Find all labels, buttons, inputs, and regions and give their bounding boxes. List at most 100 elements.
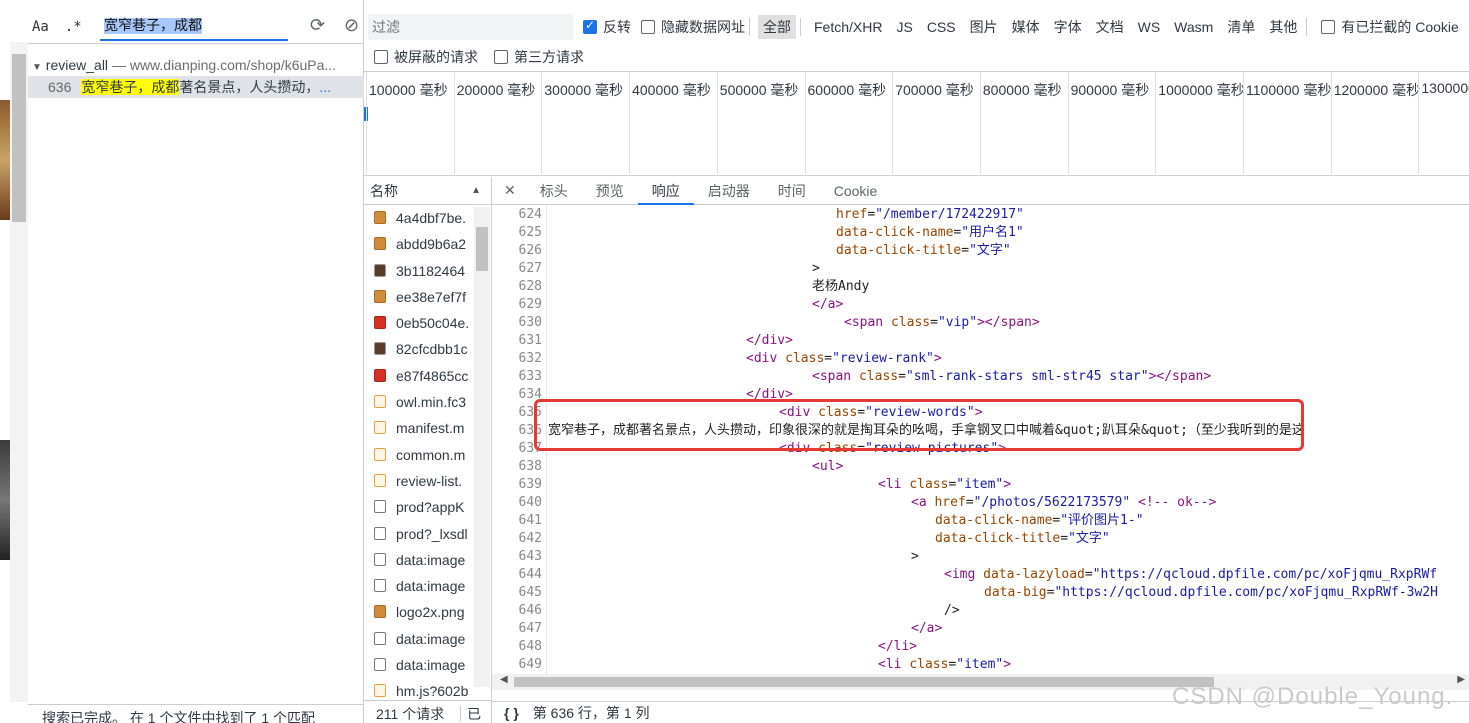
request-list-scrollbar-thumb[interactable]	[476, 227, 488, 271]
code-token: <img	[944, 567, 984, 582]
pretty-print-icon[interactable]: { }	[504, 705, 519, 721]
request-row[interactable]: review-list.	[364, 468, 474, 494]
request-name: ee38e7ef7f	[396, 288, 467, 305]
type-filter-button[interactable]: 图片	[965, 15, 1003, 39]
filter-input[interactable]	[368, 14, 573, 40]
code-token: <ul>	[812, 459, 844, 474]
file-type-icon	[374, 395, 386, 409]
blocked-requests-checkbox[interactable]	[374, 49, 388, 64]
type-filter-button[interactable]: 清单	[1222, 15, 1260, 39]
close-icon[interactable]: ✕	[492, 182, 526, 199]
hide-data-urls-label: 隐藏数据网址	[661, 19, 745, 35]
type-filter-button[interactable]: 字体	[1049, 15, 1087, 39]
search-result-file[interactable]: ▼ review_all — www.dianping.com/shop/k6u…	[28, 54, 364, 76]
line-number: 627	[518, 261, 542, 276]
request-row[interactable]: ee38e7ef7f	[364, 284, 474, 310]
request-row[interactable]: logo2x.png	[364, 599, 474, 625]
request-row[interactable]: 4a4dbf7be.	[364, 205, 474, 231]
timeline-tick-label: 1300000	[1418, 72, 1469, 176]
request-row[interactable]: owl.min.fc3	[364, 389, 474, 415]
code-token: <a	[911, 495, 935, 510]
expand-chevron-icon[interactable]: ▼	[32, 62, 42, 73]
search-panel: Aa .* 宽窄巷子，成都 ⟳ ⊘ ▼ review_all — www.dia…	[10, 0, 364, 723]
code-line: 633 <span class="sml-rank-stars sml-str45…	[492, 368, 1469, 386]
request-row[interactable]: common.m	[364, 442, 474, 468]
detail-tab[interactable]: 启动器	[694, 177, 764, 205]
code-token: =	[824, 351, 833, 366]
code-text: href="/member/172422917"	[836, 206, 1024, 224]
detail-tab[interactable]: Cookie	[820, 177, 892, 205]
clear-icon[interactable]: ⊘	[344, 15, 359, 36]
request-list-scrollbar[interactable]	[474, 207, 490, 687]
code-text: data-click-title="文字"	[836, 242, 1011, 260]
line-number: 643	[518, 549, 542, 564]
blocked-cookies-checkbox[interactable]	[1321, 20, 1336, 34]
request-row[interactable]: prod?_lxsdl	[364, 521, 474, 547]
third-party-checkbox[interactable]	[494, 49, 508, 64]
search-result-match[interactable]: 636 宽窄巷子，成都著名景点，人头攒动，...	[28, 76, 364, 98]
request-row[interactable]: abdd9b6a2	[364, 231, 474, 257]
type-filter-button[interactable]: 全部	[758, 15, 796, 39]
page-image-street	[0, 440, 10, 560]
file-type-icon	[374, 263, 386, 277]
request-row[interactable]: 0eb50c04e.	[364, 310, 474, 336]
type-filter-button[interactable]: 媒体	[1007, 15, 1045, 39]
regex-button[interactable]: .*	[65, 19, 82, 35]
line-number: 633	[518, 369, 542, 384]
file-type-icon	[374, 368, 386, 382]
request-name: hm.js?602b	[396, 683, 469, 700]
request-row[interactable]: prod?appK	[364, 494, 474, 520]
detail-tab[interactable]: 标头	[526, 177, 582, 205]
code-text: </a>	[911, 620, 942, 638]
request-name: 82cfcdbb1c	[396, 341, 468, 358]
name-column-label: 名称	[370, 183, 398, 199]
code-scrollbar-thumb[interactable]	[514, 677, 1214, 687]
code-token: class	[785, 351, 825, 366]
detail-tab[interactable]: 响应	[637, 177, 694, 205]
type-filter-button[interactable]: CSS	[922, 17, 961, 37]
name-column-header[interactable]: 名称 ▲	[364, 177, 491, 205]
code-token: </a>	[812, 297, 844, 312]
result-file-name: review_all	[45, 57, 109, 73]
match-case-button[interactable]: Aa	[32, 19, 49, 35]
type-filter-button[interactable]: Wasm	[1169, 17, 1218, 37]
request-row[interactable]: e87f4865cc	[364, 363, 474, 389]
request-name: data:image	[396, 578, 466, 595]
type-filter-button[interactable]: 文档	[1091, 15, 1129, 39]
type-filter-button[interactable]: 其他	[1264, 15, 1302, 39]
hide-data-urls-checkbox[interactable]	[641, 20, 655, 34]
scroll-left-icon[interactable]: ◀	[500, 674, 508, 685]
request-name: common.m	[396, 446, 466, 463]
search-input[interactable]: 宽窄巷子，成都	[100, 15, 288, 41]
code-token: =	[965, 495, 974, 510]
detail-tab[interactable]: 时间	[764, 177, 820, 205]
request-row[interactable]: data:image	[364, 547, 474, 573]
timeline-tick-label: 500000 毫秒	[716, 72, 798, 176]
type-filter-button[interactable]: Fetch/XHR	[809, 17, 887, 37]
request-row[interactable]: 3b1182464	[364, 258, 474, 284]
detail-tab[interactable]: 预览	[582, 177, 638, 205]
request-row[interactable]: data:image	[364, 573, 474, 599]
type-filter-button[interactable]: WS	[1133, 17, 1166, 37]
code-token: "评价图片1-"	[1060, 513, 1144, 528]
timeline-tick-label: 200000 毫秒	[453, 72, 535, 176]
request-row[interactable]: manifest.m	[364, 415, 474, 441]
line-number: 647	[518, 621, 542, 636]
file-type-icon	[374, 552, 386, 566]
timeline-overview[interactable]: 100000 毫秒 200000 毫秒 300000 毫秒 400000 毫秒 5000…	[364, 72, 1469, 176]
page-scrollbar[interactable]	[10, 42, 28, 702]
code-token: />	[944, 603, 960, 618]
code-token: class	[909, 657, 949, 672]
page-scrollbar-thumb[interactable]	[12, 54, 26, 222]
scroll-right-icon[interactable]: ▶	[1457, 674, 1465, 685]
code-token: class	[909, 477, 949, 492]
request-row[interactable]: 82cfcdbb1c	[364, 336, 474, 362]
invert-checkbox[interactable]	[583, 18, 597, 34]
filter-bar: 反转 隐藏数据网址 全部 Fetch/XHRJSCSS图片媒体字体文档WSWasm…	[364, 12, 1469, 42]
refresh-icon[interactable]: ⟳	[310, 15, 325, 36]
line-number: 639	[518, 477, 542, 492]
request-name: data:image	[396, 657, 466, 674]
type-filter-button[interactable]: JS	[891, 17, 917, 37]
request-row[interactable]: data:image	[364, 652, 474, 678]
request-row[interactable]: data:image	[364, 626, 474, 652]
